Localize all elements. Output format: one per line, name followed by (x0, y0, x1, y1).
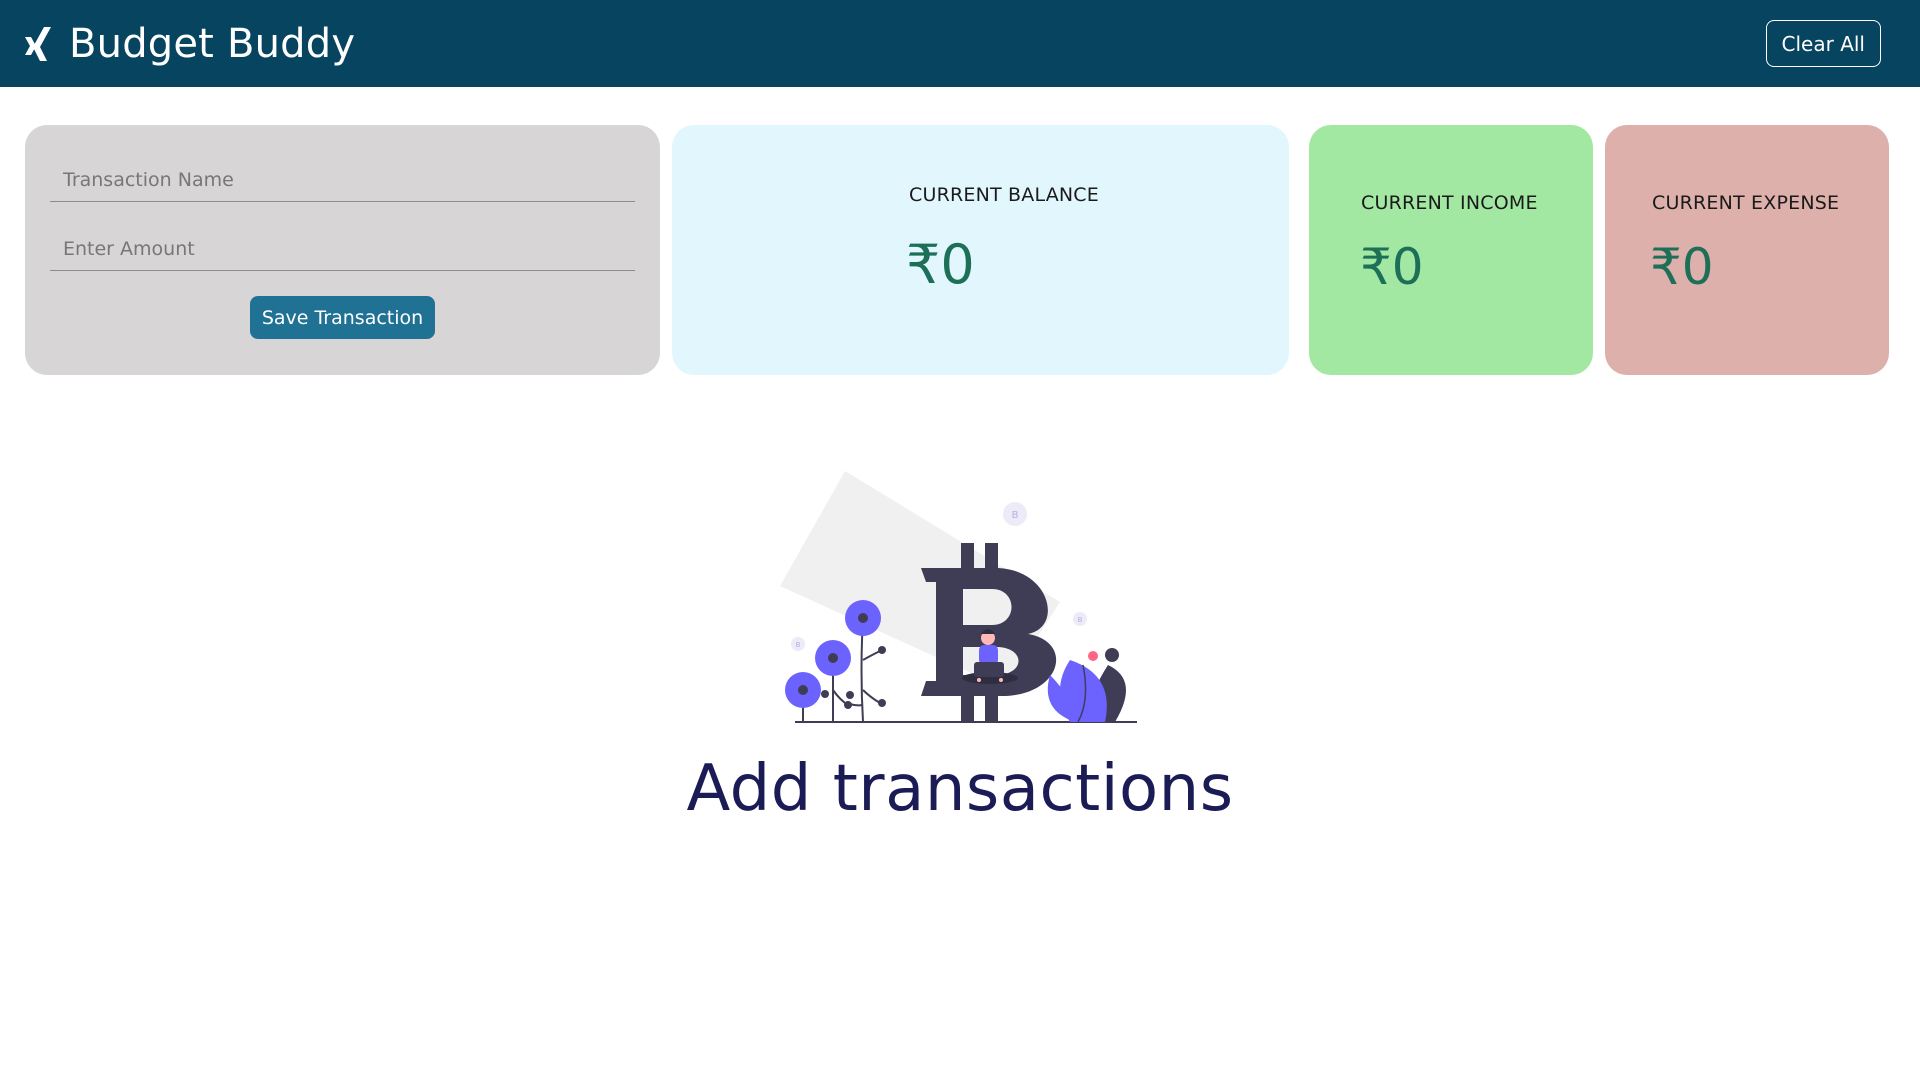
transaction-form: Save Transaction (25, 125, 660, 375)
clear-all-button[interactable]: Clear All (1765, 20, 1881, 67)
app-title: Budget Buddy (69, 20, 356, 67)
svg-text:B: B (1012, 510, 1019, 521)
svg-text:B: B (796, 641, 801, 649)
empty-state-message: Add transactions (686, 752, 1234, 826)
expense-value: ₹0 (1650, 238, 1714, 296)
amount-input[interactable] (50, 228, 635, 271)
brand[interactable]: Budget Buddy (23, 21, 355, 67)
expense-label: CURRENT EXPENSE (1652, 192, 1840, 214)
income-label: CURRENT INCOME (1361, 192, 1538, 214)
expense-card: CURRENT EXPENSE ₹0 (1605, 125, 1889, 375)
save-transaction-button[interactable]: Save Transaction (249, 296, 436, 339)
navbar: Budget Buddy Clear All (0, 0, 1920, 87)
income-value: ₹0 (1360, 238, 1424, 296)
income-card: CURRENT INCOME ₹0 (1309, 125, 1593, 375)
svg-text:B: B (1078, 616, 1083, 624)
transaction-name-input[interactable] (50, 159, 635, 202)
balance-value: ₹0 (906, 233, 975, 296)
bitcoin-illustration: B B B (770, 460, 1160, 730)
xing-icon (23, 25, 55, 63)
balance-card: CURRENT BALANCE ₹0 (672, 125, 1289, 375)
balance-label: CURRENT BALANCE (909, 184, 1099, 206)
